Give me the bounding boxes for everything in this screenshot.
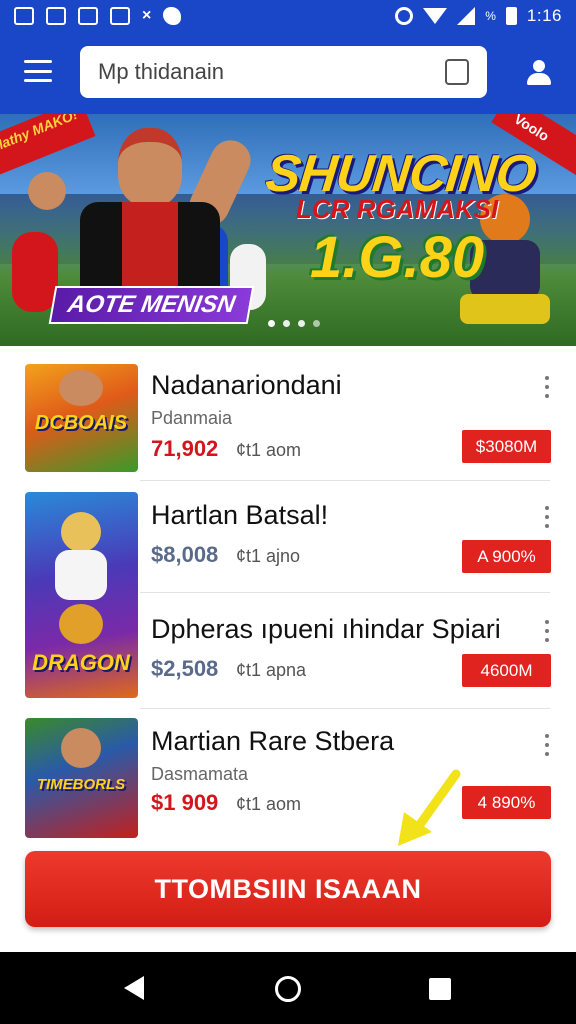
image-icon bbox=[46, 7, 66, 25]
divider bbox=[140, 708, 550, 709]
status-left: × bbox=[14, 7, 182, 25]
item-subtitle: Dasmamata bbox=[151, 764, 249, 784]
more-options-icon[interactable] bbox=[543, 734, 551, 756]
edit-icon bbox=[110, 7, 130, 25]
carousel-dot[interactable] bbox=[313, 320, 320, 327]
divider bbox=[140, 480, 550, 481]
cta-button[interactable]: TTOMBSIIN ISAAAN bbox=[25, 851, 551, 927]
thumbnail-text: DCBOAIS bbox=[34, 412, 128, 434]
player-figure bbox=[28, 172, 66, 210]
item-badge[interactable]: 4600M bbox=[462, 654, 551, 687]
alarm-icon bbox=[395, 7, 414, 25]
item-title: Martian Rare Stbera bbox=[151, 726, 395, 756]
search-input[interactable]: Mp thidanain bbox=[80, 46, 487, 98]
item-price: 71,902 bbox=[151, 436, 219, 461]
more-options-icon[interactable] bbox=[543, 376, 551, 398]
gallery-icon bbox=[14, 7, 34, 25]
status-right: % 1:16 bbox=[395, 6, 562, 26]
status-bar: × % 1:16 bbox=[0, 0, 576, 32]
close-icon: × bbox=[142, 7, 152, 24]
battery-label: % bbox=[485, 9, 496, 23]
more-options-icon[interactable] bbox=[543, 620, 551, 642]
list-item[interactable]: Dpheras ıpueni ıhindar Spiari $2,508 ¢t1… bbox=[0, 596, 576, 714]
recents-icon[interactable] bbox=[429, 978, 451, 1000]
carousel-dot[interactable] bbox=[298, 320, 305, 327]
list-item[interactable]: TIMEBORLS Martian Rare Stbera Dasmamata … bbox=[0, 714, 576, 844]
item-title: Hartlan Batsal! bbox=[151, 500, 329, 530]
item-price: $8,008 bbox=[151, 542, 219, 567]
menu-icon[interactable] bbox=[24, 60, 52, 82]
item-badge[interactable]: $3080M bbox=[462, 430, 551, 463]
item-badge[interactable]: 4 890% bbox=[462, 786, 551, 819]
list-item[interactable]: DCBOAIS Nadanariondani Pdanmaia 71,902 ¢… bbox=[0, 346, 576, 486]
item-price: $1 909 bbox=[151, 790, 219, 815]
banner-subtitle: LCR RGAMAKSI bbox=[296, 194, 499, 224]
signal-icon bbox=[457, 7, 476, 25]
more-options-icon[interactable] bbox=[543, 506, 551, 528]
item-title: Nadanariondani bbox=[151, 370, 342, 400]
system-nav-bar bbox=[0, 952, 576, 1024]
back-icon[interactable] bbox=[124, 976, 144, 1000]
item-thumbnail: TIMEBORLS bbox=[25, 718, 138, 838]
list-item[interactable]: DRAGON Hartlan Batsal! $8,008 ¢t1 ajno A… bbox=[0, 486, 576, 698]
item-meta: ¢t1 aom bbox=[236, 440, 302, 460]
item-thumbnail: DCBOAIS bbox=[25, 364, 138, 472]
home-icon[interactable] bbox=[275, 976, 301, 1002]
wifi-icon bbox=[423, 8, 448, 24]
app-icon bbox=[78, 7, 98, 25]
carousel-dot[interactable] bbox=[283, 320, 290, 327]
search-text: Mp thidanain bbox=[98, 59, 224, 84]
item-meta: ¢t1 ajno bbox=[236, 546, 301, 566]
divider bbox=[140, 592, 550, 593]
banner-label: AOTE MENISN bbox=[48, 286, 255, 324]
banner-big-text: 1.G.80 bbox=[310, 225, 485, 290]
promo-banner[interactable]: Mathy MAKO! Voolo SHUNCINO LCR RGAMAKSI … bbox=[0, 114, 576, 346]
item-badge[interactable]: A 900% bbox=[462, 540, 551, 573]
hero-head bbox=[118, 128, 182, 206]
square-icon[interactable] bbox=[445, 59, 469, 85]
blob-icon bbox=[163, 7, 182, 25]
thumbnail-text: TIMEBORLS bbox=[36, 776, 126, 793]
item-meta: ¢t1 apna bbox=[236, 660, 307, 680]
item-title: Dpheras ıpueni ıhindar Spiari bbox=[151, 614, 501, 644]
user-body bbox=[527, 73, 551, 85]
player-figure bbox=[12, 232, 58, 312]
user-head bbox=[533, 60, 545, 72]
clock: 1:16 bbox=[526, 6, 562, 25]
app-bar: Mp thidanain bbox=[0, 32, 576, 114]
item-price: $2,508 bbox=[151, 656, 219, 681]
battery-icon bbox=[505, 7, 517, 25]
arrow-annotation-icon bbox=[398, 769, 461, 846]
item-subtitle: Pdanmaia bbox=[151, 408, 233, 428]
item-meta: ¢t1 aom bbox=[236, 794, 302, 814]
user-icon[interactable] bbox=[524, 60, 554, 88]
carousel-dots bbox=[268, 320, 320, 327]
carousel-dot[interactable] bbox=[268, 320, 275, 327]
